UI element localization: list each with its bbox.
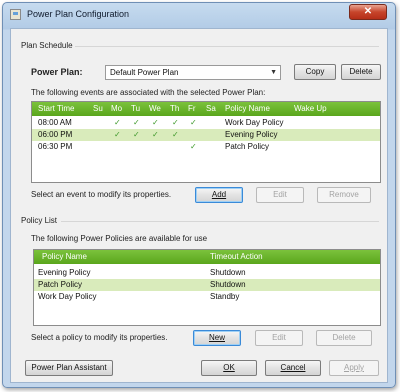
event-row[interactable]: 08:00 AM ✓ ✓ ✓ ✓ ✓ Work Day Policy: [32, 117, 380, 129]
policy-row[interactable]: Patch Policy Shutdown: [34, 279, 380, 291]
policy-row[interactable]: Evening Policy Shutdown: [34, 267, 380, 279]
policy-list-divider: [61, 221, 379, 222]
remove-event-button-label: Remove: [329, 190, 359, 199]
event-day-tu: ✓: [133, 130, 140, 139]
ok-button-label: OK: [223, 363, 235, 372]
window-title: Power Plan Configuration: [27, 9, 130, 19]
power-plan-label: Power Plan:: [31, 67, 83, 77]
close-button[interactable]: ✕: [349, 4, 387, 20]
event-day-mo: ✓: [114, 130, 121, 139]
policy-name: Patch Policy: [38, 280, 83, 289]
dialog-body: Plan Schedule Power Plan: Default Power …: [10, 28, 388, 383]
col-sa[interactable]: Sa: [206, 104, 216, 113]
col-tu[interactable]: Tu: [131, 104, 140, 113]
plan-schedule-divider: [75, 46, 379, 47]
app-icon: [10, 9, 21, 20]
col-start-time[interactable]: Start Time: [38, 104, 74, 113]
col-th[interactable]: Th: [170, 104, 179, 113]
policy-caption: The following Power Policies are availab…: [31, 234, 208, 243]
plan-schedule-label: Plan Schedule: [21, 41, 73, 50]
policy-row[interactable]: Work Day Policy Standby: [34, 291, 380, 303]
event-time: 08:00 AM: [38, 118, 72, 127]
events-table: Start Time Su Mo Tu We Th Fr Sa Policy N…: [31, 101, 381, 183]
event-day-fr: ✓: [190, 118, 197, 127]
event-day-we: ✓: [152, 118, 159, 127]
cancel-button[interactable]: Cancel: [265, 360, 321, 376]
event-day-th: ✓: [172, 118, 179, 127]
events-table-header: Start Time Su Mo Tu We Th Fr Sa Policy N…: [32, 102, 380, 116]
event-day-mo: ✓: [114, 118, 121, 127]
event-row[interactable]: 06:30 PM ✓ Patch Policy: [32, 141, 380, 153]
delete-plan-button[interactable]: Delete: [341, 64, 381, 80]
copy-button-label: Copy: [305, 67, 325, 76]
policy-action: Standby: [210, 292, 240, 301]
col-we[interactable]: We: [149, 104, 161, 113]
event-row[interactable]: 06:00 PM ✓ ✓ ✓ ✓ Evening Policy: [32, 129, 380, 141]
col-su[interactable]: Su: [93, 104, 103, 113]
events-caption: The following events are associated with…: [31, 88, 266, 97]
col-policy-name[interactable]: Policy Name: [42, 252, 87, 261]
delete-plan-button-label: Delete: [349, 67, 373, 76]
policy-action: Shutdown: [210, 268, 246, 277]
edit-policy-button[interactable]: Edit: [255, 330, 303, 346]
event-time: 06:00 PM: [38, 130, 73, 139]
title-bar[interactable]: Power Plan Configuration ✕: [3, 3, 395, 27]
policy-name: Evening Policy: [38, 268, 91, 277]
power-plan-assistant-label: Power Plan Assistant: [31, 363, 107, 372]
event-day-fr: ✓: [190, 142, 197, 151]
event-policy: Patch Policy: [225, 142, 270, 151]
edit-event-button[interactable]: Edit: [256, 187, 304, 203]
add-event-button[interactable]: Add: [195, 187, 243, 203]
policy-action: Shutdown: [210, 280, 246, 289]
add-event-button-label: Add: [211, 190, 227, 199]
power-plan-value: Default Power Plan: [110, 68, 179, 77]
power-plan-assistant-button[interactable]: Power Plan Assistant: [25, 360, 113, 376]
policy-table-header: Policy Name Timeout Action: [34, 250, 380, 264]
delete-policy-button[interactable]: Delete: [316, 330, 372, 346]
new-policy-button[interactable]: New: [193, 330, 241, 346]
policy-table: Policy Name Timeout Action Evening Polic…: [33, 249, 381, 326]
close-icon: ✕: [363, 6, 373, 17]
delete-policy-button-label: Delete: [332, 333, 356, 342]
edit-policy-button-label: Edit: [272, 333, 286, 342]
col-wake-up[interactable]: Wake Up: [294, 104, 327, 113]
policy-name: Work Day Policy: [38, 292, 97, 301]
event-policy: Work Day Policy: [225, 118, 284, 127]
event-day-we: ✓: [152, 130, 159, 139]
power-plan-select[interactable]: Default Power Plan ▼: [105, 65, 281, 80]
cancel-button-label: Cancel: [280, 363, 306, 372]
apply-button-label: Apply: [343, 363, 364, 372]
edit-event-button-label: Edit: [273, 190, 287, 199]
select-policy-text: Select a policy to modify its properties…: [31, 333, 168, 342]
event-time: 06:30 PM: [38, 142, 73, 151]
col-mo[interactable]: Mo: [111, 104, 122, 113]
col-timeout-action[interactable]: Timeout Action: [210, 252, 263, 261]
new-policy-button-label: New: [208, 333, 225, 342]
chevron-down-icon: ▼: [270, 69, 277, 76]
event-day-tu: ✓: [133, 118, 140, 127]
col-fr[interactable]: Fr: [188, 104, 196, 113]
ok-button[interactable]: OK: [201, 360, 257, 376]
copy-button[interactable]: Copy: [294, 64, 336, 80]
event-policy: Evening Policy: [225, 130, 278, 139]
power-plan-configuration-window: Power Plan Configuration ✕ Plan Schedule…: [2, 2, 396, 388]
col-policy-name[interactable]: Policy Name: [225, 104, 270, 113]
apply-button[interactable]: Apply: [329, 360, 379, 376]
remove-event-button[interactable]: Remove: [317, 187, 371, 203]
event-day-th: ✓: [172, 130, 179, 139]
select-event-text: Select an event to modify its properties…: [31, 190, 172, 199]
policy-list-label: Policy List: [21, 216, 58, 225]
